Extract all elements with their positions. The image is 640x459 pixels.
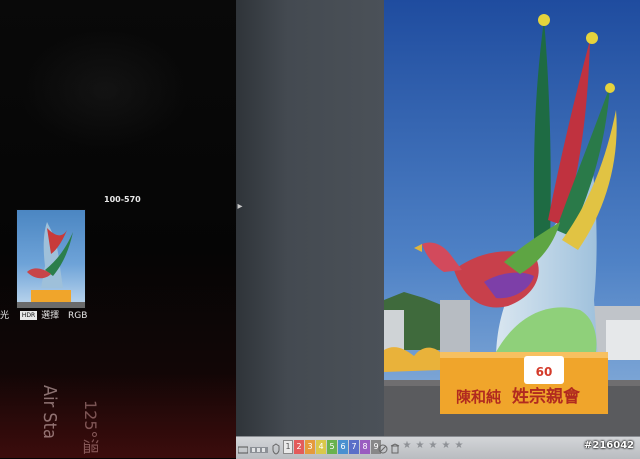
select-label: 選擇	[41, 311, 60, 321]
lcd-glare	[20, 30, 190, 150]
hdr-indicator-icon: HDR	[19, 311, 38, 320]
panel-collapse-arrow-icon[interactable]: ▸	[236, 200, 244, 214]
folder-file-number: 100-570	[104, 195, 141, 204]
color-label-6[interactable]: 6	[338, 440, 348, 454]
left-side-panel	[236, 0, 384, 436]
pedestal-text-right: 姓宗親會	[512, 386, 581, 407]
rotate-icon[interactable]	[390, 440, 400, 454]
star-icon-1[interactable]: ★	[402, 440, 412, 452]
filmstrip-view-icon[interactable]	[250, 440, 268, 453]
color-label-8[interactable]: 8	[360, 440, 370, 454]
reflection-text-1: Air Sta	[39, 385, 60, 439]
color-label-2[interactable]: 2	[294, 440, 304, 454]
thumbnail-phoenix-image	[17, 222, 85, 308]
reflection-text-2: 125°溫	[81, 400, 100, 455]
color-label-3[interactable]: 3	[305, 440, 315, 454]
reject-icon[interactable]	[378, 440, 388, 454]
color-label-7[interactable]: 7	[349, 440, 359, 454]
pedestal-badge: 60	[536, 365, 553, 379]
phoenix-statue-photo: 60 陳和純 姓宗親會	[384, 0, 640, 436]
color-label-5[interactable]: 5	[327, 440, 337, 454]
screen-reflection	[0, 372, 236, 458]
main-photo-view: 60 陳和純 姓宗親會	[384, 0, 640, 436]
star-icon-5[interactable]: ★	[454, 440, 464, 452]
grid-view-icon[interactable]	[237, 440, 249, 454]
pedestal-text-left: 陳和純	[456, 388, 501, 406]
camera-preview-thumbnail	[16, 209, 86, 309]
camera-info-row: 光 HDR 選擇 RGB	[0, 308, 87, 321]
star-icon-2[interactable]: ★	[415, 440, 425, 452]
protect-icon[interactable]	[272, 440, 280, 455]
color-label-1[interactable]: 1	[283, 440, 293, 454]
star-icon-3[interactable]: ★	[428, 440, 438, 452]
color-label-4[interactable]: 4	[316, 440, 326, 454]
mode-label: 光	[0, 311, 10, 321]
star-icon-4[interactable]: ★	[441, 440, 451, 452]
color-space-label: RGB	[67, 311, 88, 321]
image-id-watermark: #216042	[584, 440, 635, 451]
